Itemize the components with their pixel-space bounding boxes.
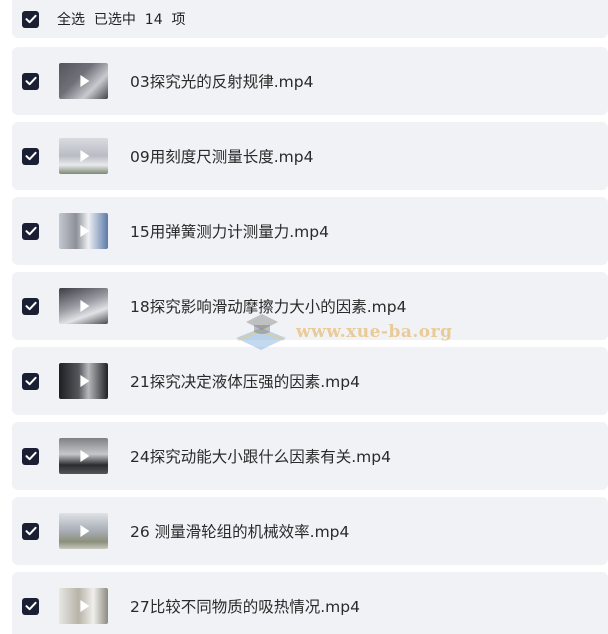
checkmark-icon <box>25 151 37 161</box>
play-icon <box>79 375 89 387</box>
checkmark-icon <box>25 301 37 311</box>
video-thumbnail[interactable] <box>59 513 108 549</box>
file-row[interactable]: 03探究光的反射规律.mp4 <box>12 47 608 115</box>
file-row[interactable]: 24探究动能大小跟什么因素有关.mp4 <box>12 422 608 490</box>
file-selection-page: 全选 已选中 14 项 03探究光的反射规律.mp4 09用刻度尺测量长度.mp… <box>0 0 608 634</box>
checkmark-icon <box>25 76 37 86</box>
play-icon <box>79 450 89 462</box>
file-checkbox[interactable] <box>22 147 39 165</box>
file-checkbox[interactable] <box>22 297 39 315</box>
video-thumbnail[interactable] <box>59 438 108 474</box>
file-row[interactable]: 21探究决定液体压强的因素.mp4 <box>12 347 608 415</box>
select-all-label: 全选 已选中 14 项 <box>57 12 186 28</box>
checkmark-icon <box>25 451 37 461</box>
file-row[interactable]: 27比较不同物质的吸热情况.mp4 <box>12 572 608 634</box>
video-thumbnail[interactable] <box>59 138 108 174</box>
play-icon <box>79 75 89 87</box>
checkmark-icon <box>25 376 37 386</box>
play-icon <box>79 600 89 612</box>
file-row[interactable]: 18探究影响滑动摩擦力大小的因素.mp4 <box>12 272 608 340</box>
file-checkbox[interactable] <box>22 597 39 615</box>
file-name[interactable]: 03探究光的反射规律.mp4 <box>130 70 313 92</box>
file-list: 03探究光的反射规律.mp4 09用刻度尺测量长度.mp4 15用弹簧测力计测量… <box>12 47 608 634</box>
checkmark-icon <box>25 14 37 24</box>
file-name[interactable]: 21探究决定液体压强的因素.mp4 <box>130 370 360 392</box>
checkmark-icon <box>25 226 37 236</box>
video-thumbnail[interactable] <box>59 213 108 249</box>
file-name[interactable]: 24探究动能大小跟什么因素有关.mp4 <box>130 445 391 467</box>
file-checkbox[interactable] <box>22 372 39 390</box>
play-icon <box>79 525 89 537</box>
video-thumbnail[interactable] <box>59 588 108 624</box>
file-name[interactable]: 15用弹簧测力计测量力.mp4 <box>130 220 329 242</box>
video-thumbnail[interactable] <box>59 363 108 399</box>
checkmark-icon <box>25 601 37 611</box>
file-checkbox[interactable] <box>22 447 39 465</box>
select-all-checkbox[interactable] <box>22 10 39 28</box>
file-name[interactable]: 18探究影响滑动摩擦力大小的因素.mp4 <box>130 295 406 317</box>
select-all-bar: 全选 已选中 14 项 <box>12 0 608 38</box>
file-checkbox[interactable] <box>22 72 39 90</box>
video-thumbnail[interactable] <box>59 288 108 324</box>
play-icon <box>79 225 89 237</box>
file-name[interactable]: 09用刻度尺测量长度.mp4 <box>130 145 313 167</box>
play-icon <box>79 150 89 162</box>
checkmark-icon <box>25 526 37 536</box>
file-row[interactable]: 09用刻度尺测量长度.mp4 <box>12 122 608 190</box>
file-name[interactable]: 26 测量滑轮组的机械效率.mp4 <box>130 520 349 542</box>
file-row[interactable]: 26 测量滑轮组的机械效率.mp4 <box>12 497 608 565</box>
file-checkbox[interactable] <box>22 222 39 240</box>
file-name[interactable]: 27比较不同物质的吸热情况.mp4 <box>130 595 360 617</box>
file-checkbox[interactable] <box>22 522 39 540</box>
play-icon <box>79 300 89 312</box>
file-row[interactable]: 15用弹簧测力计测量力.mp4 <box>12 197 608 265</box>
video-thumbnail[interactable] <box>59 63 108 99</box>
